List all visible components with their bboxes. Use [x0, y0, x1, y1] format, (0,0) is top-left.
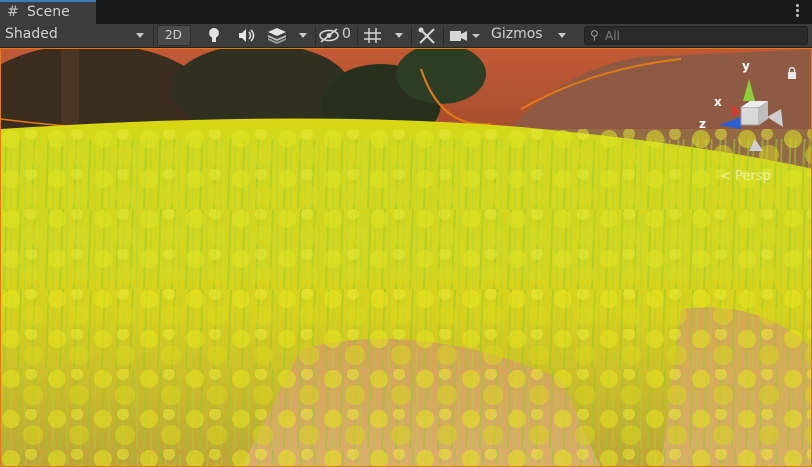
- axis-gizmo-graphic: [719, 79, 783, 151]
- scene-visibility-button[interactable]: 0: [316, 25, 356, 46]
- camera-settings-button[interactable]: [444, 25, 486, 46]
- gizmos-dropdown[interactable]: [551, 25, 573, 46]
- effects-dropdown[interactable]: [292, 25, 314, 46]
- audio-toggle-button[interactable]: [231, 25, 261, 46]
- audio-icon: [239, 29, 255, 42]
- more-menu-icon[interactable]: [794, 2, 800, 20]
- scene-viewport[interactable]: < Persp y x z: [0, 48, 812, 467]
- camera-icon: [450, 31, 480, 41]
- scene-toolbar: Shaded 2D 0 Gizmos ⚲ All: [0, 24, 812, 48]
- axis-label-z[interactable]: z: [699, 117, 706, 131]
- effects-toggle-button[interactable]: [262, 25, 292, 46]
- grid-icon: [364, 28, 381, 43]
- search-icon: ⚲: [590, 28, 599, 42]
- 2d-mode-button[interactable]: 2D: [157, 25, 191, 46]
- grid-toggle-button[interactable]: [358, 25, 388, 46]
- shading-mode-label: Shaded: [5, 26, 58, 42]
- visibility-icon: [319, 28, 339, 43]
- axis-label-x[interactable]: x: [714, 95, 722, 109]
- search-input[interactable]: [605, 27, 801, 44]
- shading-mode-dropdown[interactable]: Shaded: [2, 25, 149, 46]
- orientation-gizmo[interactable]: y x z: [699, 59, 791, 159]
- tab-scene-label: Scene: [27, 4, 70, 20]
- light-bulb-icon: [209, 28, 219, 42]
- scene-render: [1, 49, 811, 466]
- effects-icon: [268, 28, 286, 44]
- chevron-down-icon: [395, 33, 403, 38]
- 2d-mode-label: 2D: [165, 28, 182, 42]
- tools-icon: [418, 27, 435, 44]
- projection-toggle[interactable]: < Persp: [720, 169, 771, 184]
- tab-scene[interactable]: # Scene: [0, 0, 96, 24]
- lighting-toggle-button[interactable]: [199, 25, 229, 46]
- gizmos-label: Gizmos: [491, 26, 543, 42]
- grid-dropdown[interactable]: [388, 25, 410, 46]
- chevron-down-icon: [136, 33, 144, 38]
- chevron-down-icon: [558, 33, 566, 38]
- scene-tab-icon: #: [7, 4, 19, 20]
- search-field[interactable]: ⚲: [584, 26, 808, 45]
- tab-bar: # Scene: [0, 0, 812, 24]
- hidden-objects-count: 0: [342, 26, 351, 42]
- axis-label-y[interactable]: y: [742, 59, 750, 73]
- component-tools-button[interactable]: [412, 25, 442, 46]
- chevron-down-icon: [299, 33, 307, 38]
- gizmos-toggle-button[interactable]: Gizmos: [487, 25, 551, 46]
